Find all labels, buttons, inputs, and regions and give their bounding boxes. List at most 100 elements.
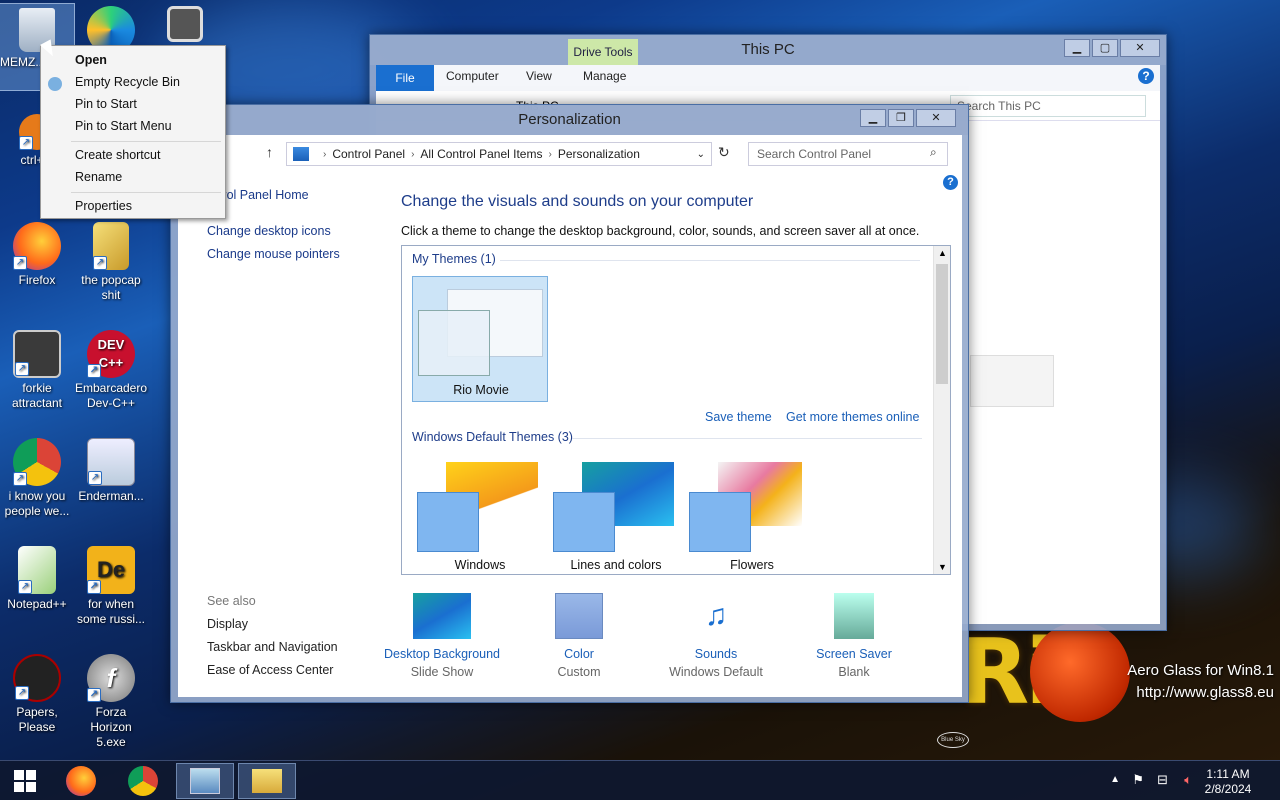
personalization-window[interactable]: Personalization ▁ ❐ ✕ ↑ › Control Panel … <box>170 104 969 703</box>
desktop-icon-russian[interactable]: De ↗ for when some russi... <box>74 546 148 627</box>
taskbar: ▲ ⚑ ⊟ 🔈︎ 1:11 AM 2/8/2024 <box>0 760 1280 800</box>
close-button[interactable]: ✕ <box>1120 39 1160 57</box>
shortcut-arrow-icon: ↗ <box>15 686 29 700</box>
desktop-icon-enderman[interactable]: ↗ Enderman... <box>74 438 148 504</box>
breadcrumb[interactable]: › Control Panel › All Control Panel Item… <box>286 142 712 166</box>
taskbar-firefox[interactable] <box>52 763 110 799</box>
link-change-mouse-pointers[interactable]: Change mouse pointers <box>207 247 340 261</box>
menu-item-rename[interactable]: Rename <box>75 170 122 184</box>
theme-name: Rio Movie <box>453 383 509 397</box>
menu-item-pin-to-start-menu[interactable]: Pin to Start Menu <box>75 119 172 133</box>
menu-separator <box>71 141 221 142</box>
minimize-button[interactable]: ▁ <box>860 109 886 127</box>
tab-file[interactable]: File <box>376 65 434 91</box>
page-title: Change the visuals and sounds on your co… <box>401 193 754 210</box>
theme-windows[interactable]: Windows <box>412 456 548 574</box>
ribbon-tabs: File Computer View Manage ? <box>376 65 1160 91</box>
theme-lines-and-colors[interactable]: Lines and colors <box>548 456 684 574</box>
theme-rio-movie[interactable]: Rio Movie <box>412 276 548 402</box>
sounds-button[interactable]: ♫ Sounds Windows Default <box>646 593 786 679</box>
chevron-right-icon: › <box>323 148 327 160</box>
search-icon[interactable]: ⌕ <box>930 145 937 160</box>
taskbar-chrome[interactable] <box>114 763 172 799</box>
help-icon[interactable]: ? <box>943 175 958 190</box>
search-control-panel-input[interactable]: Search Control Panel <box>748 142 948 166</box>
desktop-icon-papers-please[interactable]: ↗ Papers, Please <box>0 654 74 735</box>
link-taskbar-navigation[interactable]: Taskbar and Navigation <box>207 640 338 654</box>
drive-tile[interactable] <box>970 355 1054 407</box>
link-ease-of-access[interactable]: Ease of Access Center <box>207 663 333 677</box>
network-icon[interactable]: ⊟ <box>1157 772 1168 788</box>
folder-icon: ↗ <box>93 222 129 270</box>
desktop-icon-firefox[interactable]: ↗ Firefox <box>0 222 74 288</box>
breadcrumb-personalization[interactable]: Personalization <box>558 147 640 161</box>
show-hidden-icons-icon[interactable]: ▲ <box>1110 774 1120 785</box>
taskbar-file-explorer[interactable] <box>238 763 296 799</box>
default-themes-label: Windows Default Themes (3) <box>412 430 573 444</box>
desktop-icon-label: Forza Horizon 5.exe <box>90 705 132 749</box>
breadcrumb-control-panel[interactable]: Control Panel <box>332 147 405 161</box>
shortcut-arrow-icon: ↗ <box>19 136 33 150</box>
chrome-icon <box>128 766 158 796</box>
theme-preview-front <box>418 310 490 376</box>
desktop-icon-forza[interactable]: f ↗ Forza Horizon 5.exe <box>74 654 148 750</box>
shortcut-arrow-icon: ↗ <box>15 362 29 376</box>
personalization-titlebar[interactable]: Personalization ▁ ❐ ✕ <box>171 105 968 135</box>
save-theme-link[interactable]: Save theme <box>705 410 772 424</box>
theme-flowers[interactable]: Flowers <box>684 456 820 574</box>
refresh-icon[interactable]: ↻ <box>718 144 730 161</box>
desktop-icon-notepadpp[interactable]: ↗ Notepad++ <box>0 546 74 612</box>
theme-list-scrollbar[interactable]: ▲ ▼ <box>933 246 950 574</box>
explorer-search-input[interactable]: Search This PC <box>950 95 1146 117</box>
desktop-icon-forkie[interactable]: ↗ forkie attractant <box>0 330 74 411</box>
shortcut-arrow-icon: ↗ <box>18 580 32 594</box>
flag-icon[interactable]: ⚑ <box>1132 772 1144 788</box>
tab-manage[interactable]: Manage <box>583 69 626 83</box>
color-fan-icon <box>553 492 615 552</box>
menu-item-properties[interactable]: Properties <box>75 199 132 213</box>
menu-item-empty-recycle-bin[interactable]: Empty Recycle Bin <box>75 75 180 89</box>
desktop-icon-popcap[interactable]: ↗ the popcap shit <box>74 222 148 303</box>
help-icon[interactable]: ? <box>1138 68 1154 84</box>
get-more-themes-link[interactable]: Get more themes online <box>786 410 919 424</box>
customization-links: Desktop Background Slide Show Color Cust… <box>384 585 951 695</box>
explorer-titlebar[interactable]: This PC ▁ ▢ ✕ Drive Tools <box>370 35 1166 65</box>
desktop-icon-stack[interactable] <box>148 6 222 45</box>
desktop-icon-chrome[interactable]: ↗ i know you people we... <box>0 438 74 519</box>
screen-saver-button[interactable]: Screen Saver Blank <box>784 593 924 679</box>
desktop-icon-label: Firefox <box>18 273 56 287</box>
color-fan-icon <box>689 492 751 552</box>
volume-muted-icon[interactable]: 🔈︎ <box>1184 772 1192 788</box>
minimize-button[interactable]: ▁ <box>1064 39 1090 57</box>
sounds-label: Sounds <box>694 647 738 661</box>
scroll-up-icon[interactable]: ▲ <box>938 248 947 258</box>
start-button[interactable] <box>0 763 50 799</box>
menu-item-pin-to-start[interactable]: Pin to Start <box>75 97 137 111</box>
scroll-down-icon[interactable]: ▼ <box>938 562 947 572</box>
breadcrumb-all-items[interactable]: All Control Panel Items <box>420 147 542 161</box>
up-arrow-icon[interactable]: ↑ <box>266 144 273 160</box>
divider <box>572 438 922 439</box>
maximize-button[interactable]: ▢ <box>1092 39 1118 57</box>
restore-button[interactable]: ❐ <box>888 109 914 127</box>
desktop-background-value: Slide Show <box>410 665 474 679</box>
taskbar-control-panel[interactable] <box>176 763 234 799</box>
menu-item-open[interactable]: Open <box>75 53 107 67</box>
link-change-desktop-icons[interactable]: Change desktop icons <box>207 224 331 238</box>
chevron-down-icon[interactable]: ⌄ <box>697 149 705 160</box>
color-button[interactable]: Color Custom <box>509 593 649 679</box>
scrollbar-thumb[interactable] <box>936 264 948 384</box>
close-button[interactable]: ✕ <box>916 109 956 127</box>
tab-view[interactable]: View <box>526 69 552 83</box>
clock[interactable]: 1:11 AM 2/8/2024 <box>1198 767 1258 797</box>
desktop-icon-label: Papers, Please <box>16 705 58 734</box>
menu-item-create-shortcut[interactable]: Create shortcut <box>75 148 160 162</box>
desktop-background-button[interactable]: Desktop Background Slide Show <box>372 593 512 679</box>
notepadpp-icon: ↗ <box>18 546 56 594</box>
personalization-title: Personalization <box>518 111 621 128</box>
context-menu: Open Empty Recycle Bin Pin to Start Pin … <box>40 45 226 219</box>
tab-computer[interactable]: Computer <box>446 69 499 83</box>
desktop-icon-devcpp[interactable]: DEV C++ ↗ Embarcadero Dev-C++ <box>74 330 148 411</box>
link-display[interactable]: Display <box>207 617 248 631</box>
chevron-right-icon: › <box>411 148 415 160</box>
